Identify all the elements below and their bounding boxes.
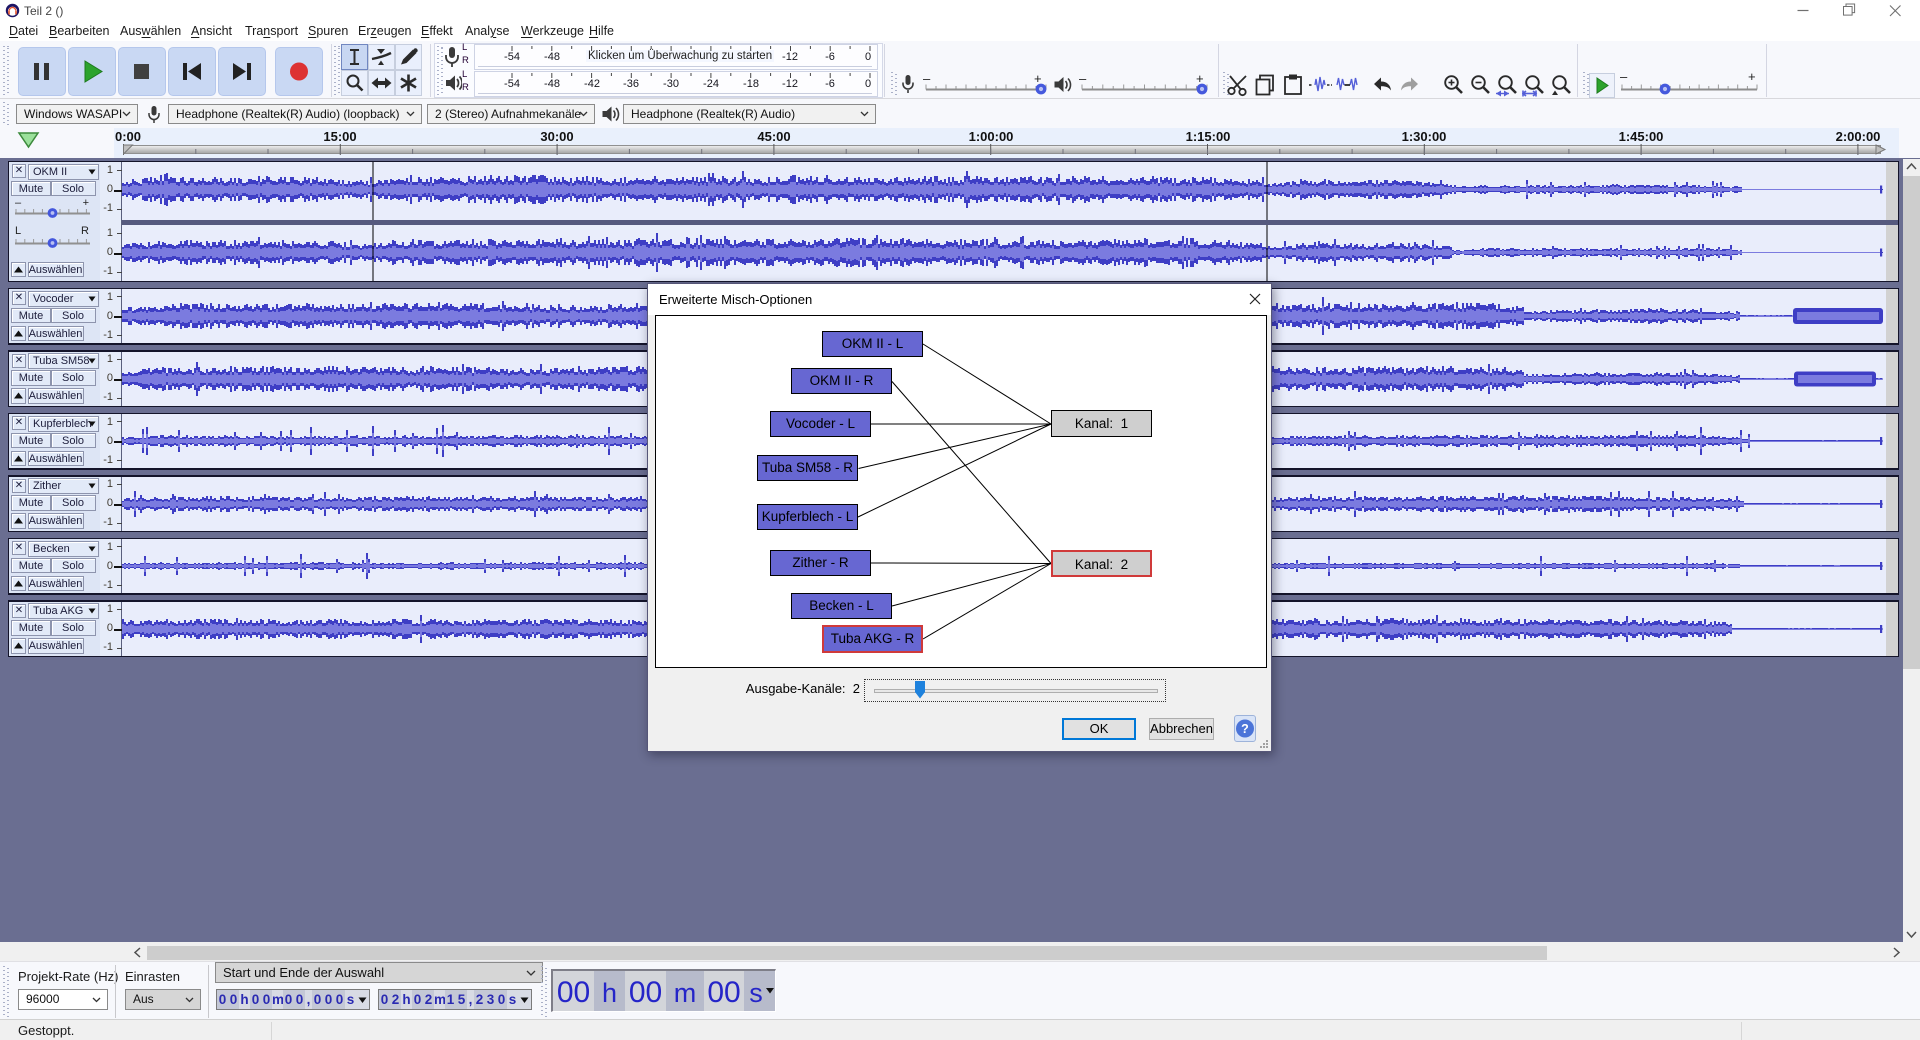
- svg-text:?: ?: [1241, 722, 1249, 736]
